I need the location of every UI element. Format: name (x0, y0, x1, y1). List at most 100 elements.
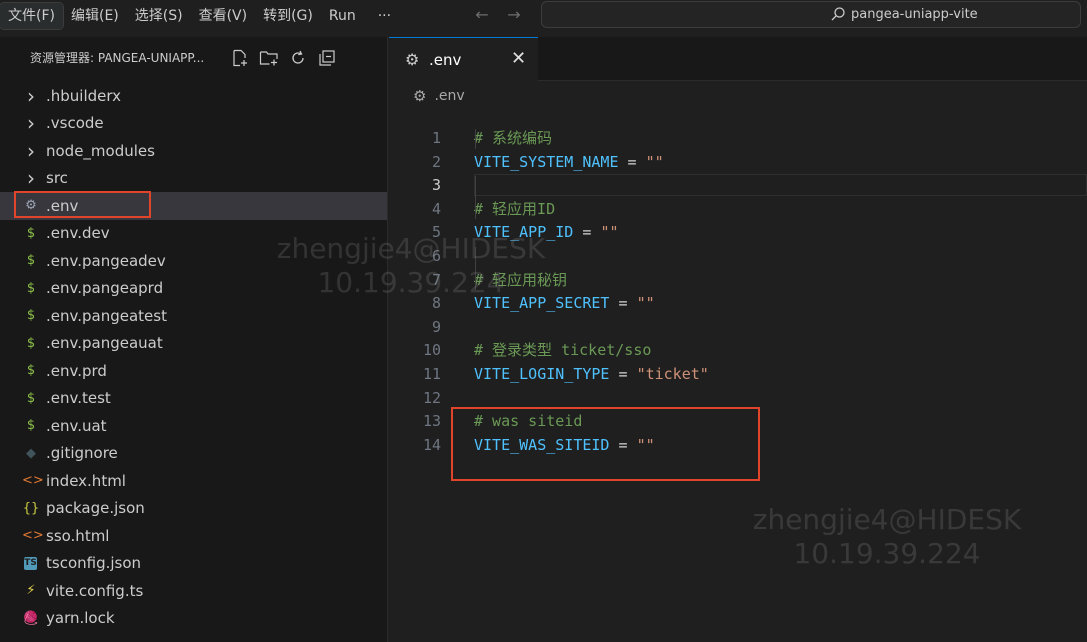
dollar-icon: $ (26, 335, 36, 351)
code-line[interactable]: 4 # 轻应用ID (389, 198, 1087, 222)
json-icon: {} (22, 500, 40, 516)
file-tree-label: node_modules (46, 141, 155, 160)
line-number: 2 (431, 152, 441, 171)
file-tree-item[interactable]: $ .env.pangeauat (0, 330, 387, 358)
file-tree-item[interactable]: {} package.json (0, 495, 387, 523)
file-tree-label: .env.pangeaprd (46, 279, 164, 298)
tab-env[interactable]: ⚙ .env ✕ (389, 37, 538, 81)
menu-item[interactable]: 文件(F) (0, 2, 64, 30)
menu-item[interactable]: 编辑(E) (63, 3, 127, 29)
code-line[interactable]: 3 (389, 174, 1087, 198)
file-tree-item[interactable]: ◆ .gitignore (0, 440, 387, 468)
file-tree-item[interactable]: $ .env.prd (0, 357, 387, 385)
code-text: VITE_LOGIN_TYPE = "ticket" (474, 363, 709, 387)
close-icon[interactable]: ✕ (511, 48, 526, 69)
file-tree-label: .env.dev (46, 224, 110, 243)
explorer-title: 资源管理器: PANGEA-UNIAPP... (30, 51, 205, 65)
search-icon (831, 7, 845, 21)
gear-icon: ⚙ (405, 50, 420, 69)
code-token: # 系统编码 (474, 129, 553, 147)
command-center-search[interactable]: pangea-uniapp-vite (541, 1, 1081, 28)
code-line[interactable]: 1 # 系统编码 (389, 127, 1087, 151)
file-tree-item[interactable]: <> index.html (0, 467, 387, 495)
code-line[interactable]: 2 VITE_SYSTEM_NAME = "" (389, 151, 1087, 175)
file-tree-label: .env.pangeauat (46, 334, 163, 353)
file-tree-label: index.html (46, 471, 126, 490)
refresh-button[interactable] (288, 48, 308, 68)
menu-item[interactable]: 转到(G) (255, 3, 321, 29)
file-tree-item[interactable]: 🧶 yarn.lock (0, 605, 387, 633)
file-tree-label: .gitignore (46, 444, 118, 463)
code-line[interactable]: 11 VITE_LOGIN_TYPE = "ticket" (389, 363, 1087, 387)
dollar-icon: $ (26, 280, 36, 296)
file-tree-item[interactable]: › .vscode (0, 110, 387, 138)
file-tree-label: sso.html (46, 526, 110, 545)
line-number: 9 (431, 317, 441, 336)
chevron-right-icon: › (27, 111, 35, 136)
new-file-icon (233, 49, 247, 67)
watermark: zhengjie4@HIDESK 10.19.39.224 (752, 503, 1022, 570)
code-text: # 轻应用ID (474, 198, 555, 222)
collapse-all-button[interactable] (317, 48, 337, 68)
title-bar: 文件(F) 编辑(E) 选择(S) 查看(V) 转到(G) Run ··· ← → pang… (0, 0, 1087, 32)
git-icon: ◆ (26, 445, 36, 461)
back-arrow-icon[interactable]: ← (470, 4, 494, 26)
file-tree-label: package.json (46, 499, 145, 518)
line-number: 13 (422, 412, 441, 431)
file-tree-label: src (46, 169, 68, 188)
dollar-icon: $ (26, 363, 36, 379)
file-tree-item[interactable]: › src (0, 165, 387, 193)
forward-arrow-icon[interactable]: → (502, 4, 526, 26)
code-token: # 登录类型 ticket/sso (474, 341, 652, 360)
line-number: 3 (431, 176, 441, 195)
file-tree-label: tsconfig.json (46, 554, 142, 573)
code-text: VITE_SYSTEM_NAME = "" (474, 151, 664, 175)
search-text: pangea-uniapp-vite (851, 6, 978, 22)
collapse-all-icon (319, 50, 335, 66)
gear-icon: ⚙ (413, 87, 427, 105)
menu-item[interactable]: 查看(V) (191, 3, 256, 29)
line-number: 1 (431, 129, 441, 147)
file-tree-label: yarn.lock (46, 609, 115, 628)
refresh-icon (292, 50, 304, 64)
dollar-icon: $ (26, 308, 36, 324)
breadcrumb-item[interactable]: .env (434, 88, 464, 104)
file-tree-label: vite.config.ts (46, 581, 144, 600)
tab-label: .env (429, 51, 462, 69)
more-menu-icon[interactable]: ··· (370, 3, 399, 29)
file-tree-item[interactable]: ⚡ vite.config.ts (0, 577, 387, 605)
line-number: 12 (422, 388, 441, 407)
file-tree-item[interactable]: <> sso.html (0, 522, 387, 550)
code-token: "" (600, 223, 619, 242)
file-tree-label: .env.pangeatest (46, 306, 167, 325)
dollar-icon: $ (26, 390, 36, 406)
code-token: VITE_SYSTEM_NAME (474, 152, 619, 171)
file-tree: › .hbuilderx › .vscode › node_modules › src ⚙ .en… (0, 82, 387, 632)
menu-item[interactable]: 选择(S) (127, 3, 191, 29)
breadcrumb: ⚙ .env (413, 87, 465, 105)
code-line[interactable]: 9 (389, 316, 1087, 340)
code-line[interactable]: 10 # 登录类型 ticket/sso (389, 339, 1087, 363)
file-tree-item[interactable]: $ .env.uat (0, 412, 387, 440)
new-file-button[interactable] (230, 48, 250, 68)
code-token: "" (645, 152, 664, 171)
new-folder-button[interactable] (259, 48, 279, 68)
typescript-icon: TS (24, 556, 37, 570)
code-token: "" (636, 294, 655, 313)
code-text: # 系统编码 (474, 127, 552, 151)
explorer-actions (230, 48, 337, 68)
menu-item[interactable]: Run (321, 3, 364, 29)
file-tree-item[interactable]: $ .env.pangeatest (0, 302, 387, 330)
menu-bar: 文件(F) 编辑(E) 选择(S) 查看(V) 转到(G) Run ··· (0, 0, 399, 32)
line-number: 4 (431, 199, 441, 218)
file-tree-item[interactable]: › .hbuilderx (0, 82, 387, 110)
dollar-icon: $ (26, 418, 36, 434)
code-token: = (618, 152, 646, 171)
code-token: VITE_LOGIN_TYPE (474, 364, 610, 383)
code-token: "ticket" (636, 364, 709, 383)
file-tree-item[interactable]: TS tsconfig.json (0, 550, 387, 578)
html-icon: <> (22, 528, 44, 544)
file-tree-item[interactable]: › node_modules (0, 137, 387, 165)
code-token: = (609, 294, 637, 313)
file-tree-item[interactable]: $ .env.test (0, 385, 387, 413)
